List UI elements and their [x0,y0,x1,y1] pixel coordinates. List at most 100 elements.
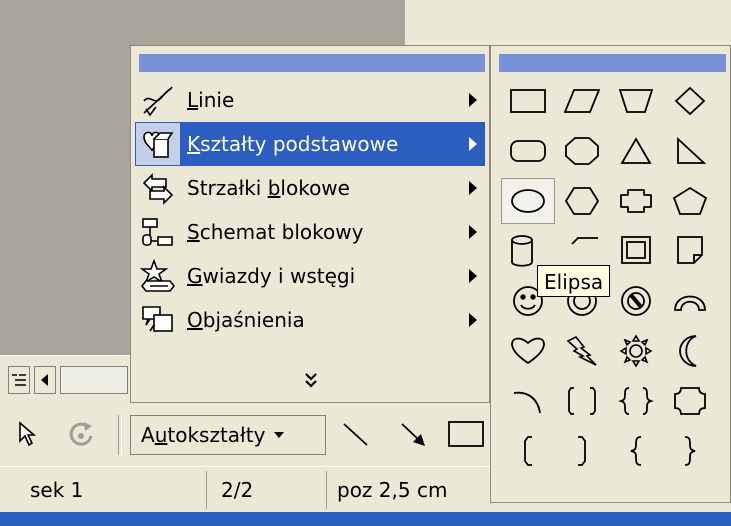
shape-block-arc[interactable] [663,278,717,324]
lines-icon [135,78,181,122]
moon-icon [679,335,697,367]
horizontal-scroll-area [0,355,130,404]
submenu-arrow-icon [461,312,485,328]
cross-icon [620,189,652,213]
menu-item-stars-banners[interactable]: Gwiazdy i wstęgi [135,254,485,298]
free-rotate-button[interactable] [64,417,98,451]
menu-item-lines[interactable]: Linie [135,78,485,122]
shape-folded-corner[interactable] [663,228,717,274]
pointer-arrow-icon [19,421,37,447]
shape-octagon[interactable] [555,128,609,174]
shape-no-symbol[interactable] [609,278,663,324]
shape-rectangle[interactable] [501,78,555,124]
shape-right-triangle[interactable] [663,128,717,174]
shape-lightning-bolt[interactable] [555,328,609,374]
shape-cross[interactable] [609,178,663,224]
shape-moon[interactable] [663,328,717,374]
shape-arc[interactable] [501,378,555,424]
shape-tooltip: Elipsa [537,265,611,297]
shape-diamond[interactable] [663,78,717,124]
menu-item-basic-shapes[interactable]: Kształty podstawowe [135,122,485,166]
sun-icon [619,334,653,368]
scroll-left-button[interactable] [34,366,56,394]
shape-double-bracket[interactable] [555,378,609,424]
select-objects-button[interactable] [12,417,42,451]
shape-pentagon[interactable] [663,178,717,224]
frame-icon [621,236,651,264]
toolbar-separator [118,415,122,455]
flowchart-icon [135,210,181,254]
shape-right-brace[interactable] [663,428,717,474]
shape-left-bracket[interactable] [501,428,555,474]
status-section: sek 1 [30,478,84,502]
triangle-left-icon [41,374,48,386]
status-pages: 2/2 [206,471,316,509]
shape-frame[interactable] [609,228,663,274]
heart-icon [511,337,545,365]
shape-heart[interactable] [501,328,555,374]
shape-parallelogram[interactable] [555,78,609,124]
shape-rounded-rectangle[interactable] [501,128,555,174]
shape-double-brace[interactable] [609,378,663,424]
autoshapes-button[interactable]: Autokształty [130,415,326,455]
rounded-rectangle-icon [510,140,546,162]
shape-triangle[interactable] [609,128,663,174]
rectangle-icon [448,421,484,447]
menu-item-lines-label: Linie [187,88,235,112]
shape-plaque[interactable] [663,378,717,424]
line-button[interactable] [338,417,372,451]
arc-icon [513,391,541,414]
palette-drag-bar[interactable] [499,54,726,72]
shape-ellipse[interactable] [501,178,555,224]
menu-item-callouts[interactable]: Objaśnienia [135,298,485,342]
shape-left-brace[interactable] [609,428,663,474]
free-rotate-icon [69,422,93,446]
parallelogram-icon [563,89,601,113]
outline-view-icon [12,374,26,386]
submenu-arrow-icon [461,122,485,166]
shape-right-bracket[interactable] [555,428,609,474]
can-icon [511,235,533,267]
arrow-icon [401,423,425,446]
block-arrows-icon [135,166,181,210]
rectangle-icon [510,89,546,113]
octagon-icon [565,137,599,165]
status-position: poz 2,5 cm [326,471,490,509]
menu-item-stars-banners-label: Gwiazdy i wstęgi [187,264,356,288]
autoshapes-menu: Linie Kształty podstawowe Strzałki bloko… [130,45,490,403]
submenu-arrow-icon [461,224,485,240]
shape-sun[interactable] [609,328,663,374]
left-bracket-icon [524,436,532,466]
window-background [405,0,731,45]
menu-item-flowchart[interactable]: Schemat blokowy [135,210,485,254]
status-bar: sek 1 2/2 poz 2,5 cm [0,466,490,513]
arrow-button[interactable] [396,417,430,451]
block-arc-icon [674,295,706,311]
diamond-icon [674,86,706,116]
callouts-icon [135,298,181,342]
menu-item-callouts-label: Objaśnienia [187,308,305,332]
hexagon-icon [564,187,600,215]
shape-hexagon[interactable] [555,178,609,224]
right-bracket-icon [578,436,586,466]
rectangle-button[interactable] [446,417,486,451]
horizontal-scrollbar[interactable] [60,366,128,394]
taskbar [0,512,731,526]
left-brace-icon [630,436,642,466]
submenu-arrow-icon [461,268,485,284]
menu-item-block-arrows[interactable]: Strzałki blokowe [135,166,485,210]
menu-expand-button[interactable] [291,366,331,396]
folded-corner-icon [677,236,703,264]
autoshapes-label: Autokształty [141,423,266,447]
submenu-arrow-icon [461,92,485,108]
double-bracket-icon [568,387,596,415]
pentagon-icon [672,186,708,215]
submenu-arrow-icon [461,180,485,196]
outline-view-button[interactable] [8,366,30,394]
trapezoid-icon [618,89,654,113]
basic-shapes-palette [490,45,731,503]
menu-drag-bar[interactable] [139,54,485,72]
shape-trapezoid[interactable] [609,78,663,124]
basic-shapes-icon [135,122,181,166]
line-icon [343,423,368,446]
